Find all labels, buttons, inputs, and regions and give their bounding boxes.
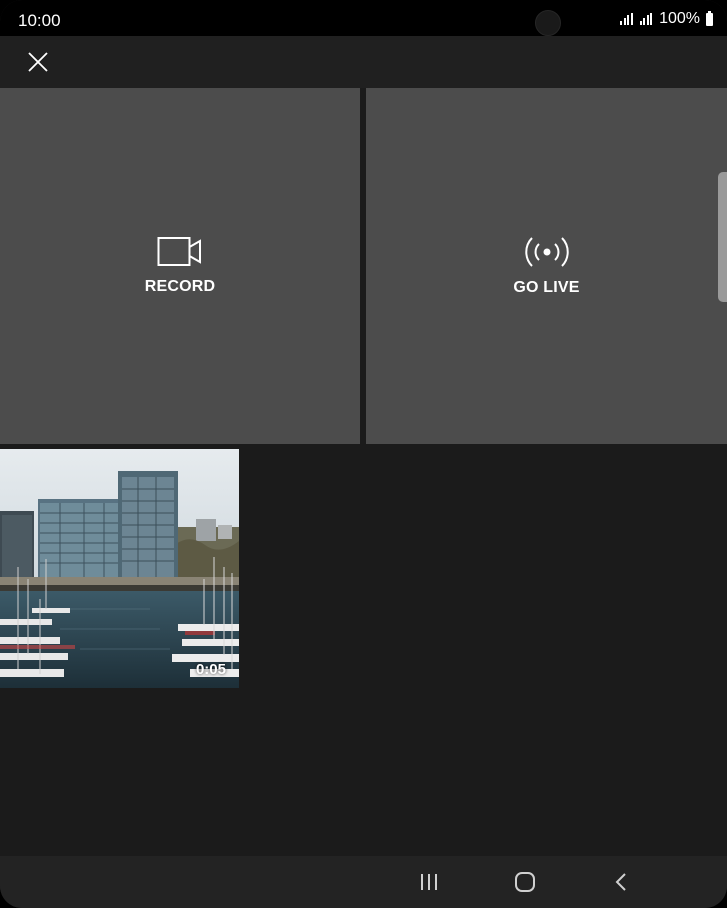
signal-icon: [639, 13, 653, 25]
broadcast-icon: [524, 237, 569, 267]
scroll-handle[interactable]: [718, 172, 727, 302]
battery-percent: 100%: [659, 10, 700, 27]
recents-icon: [421, 874, 437, 890]
close-button[interactable]: [18, 42, 58, 82]
go-live-tile[interactable]: GO LIVE: [366, 88, 727, 444]
record-label: RECORD: [144, 278, 216, 295]
video-camera-icon: [157, 237, 201, 266]
recents-button[interactable]: [411, 866, 447, 898]
front-camera: [535, 10, 561, 36]
video-thumbnail[interactable]: 0:05: [0, 449, 239, 688]
record-tile[interactable]: RECORD: [0, 88, 360, 444]
screen: 10:00 100% RECORD GO LIVE 0:05: [0, 0, 727, 908]
signal-icon: [620, 13, 633, 25]
back-button[interactable]: [603, 866, 639, 898]
status-bar: 10:00 100%: [0, 0, 727, 36]
close-icon: [28, 52, 48, 72]
video-duration: 0:05: [195, 661, 226, 678]
app-bar: [0, 36, 727, 88]
battery-icon: [706, 10, 713, 26]
home-icon: [515, 872, 535, 892]
home-button[interactable]: [507, 866, 543, 898]
navigation-bar: [0, 856, 727, 908]
status-indicators: 100%: [620, 10, 713, 28]
go-live-label: GO LIVE: [513, 279, 580, 296]
video-thumbnail-image: [0, 449, 239, 688]
status-time: 10:00: [18, 11, 61, 30]
back-icon: [615, 873, 626, 891]
